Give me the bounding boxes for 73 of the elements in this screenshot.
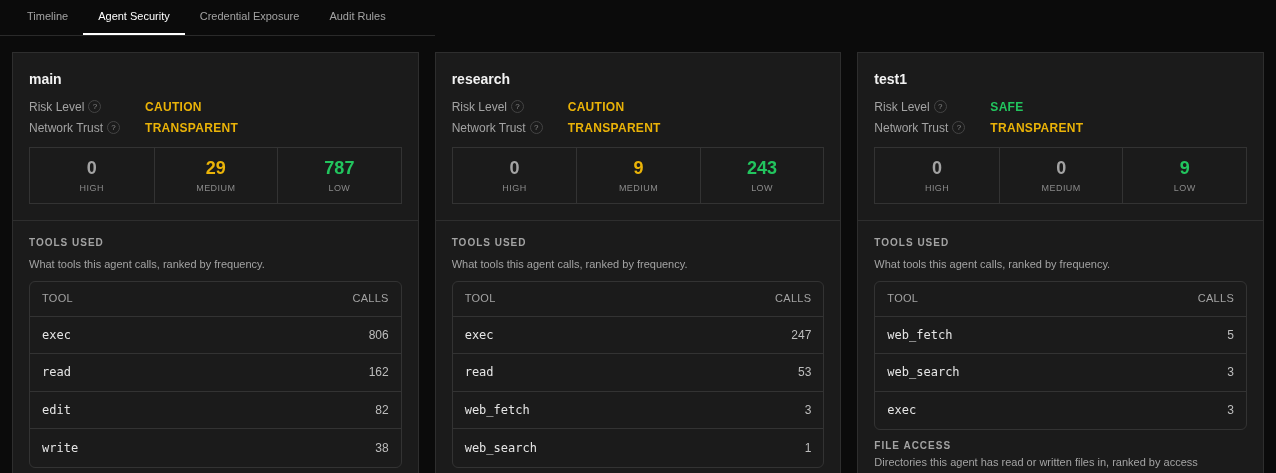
section-description: What tools this agent calls, ranked by frequency.: [451, 257, 689, 272]
column-header: CALLS: [352, 291, 389, 307]
table-cell-text: 3: [1227, 364, 1234, 382]
attribute-label: Risk Level: [451, 98, 508, 116]
section-title: TOOLS USED: [451, 236, 528, 250]
attribute-label: Network Trust: [874, 119, 949, 137]
table-cell-text: exec: [464, 326, 494, 344]
table-cell-text: 162: [368, 364, 389, 382]
severity-count: 0: [1056, 156, 1067, 180]
agent-name: main: [29, 70, 63, 89]
table-cell-text: 3: [1227, 402, 1234, 420]
table-cell-text: write: [42, 439, 79, 457]
severity-label: LOW: [1173, 181, 1196, 195]
section-title: TOOLS USED: [29, 236, 105, 250]
severity-label: LOW: [328, 181, 351, 195]
table-cell-text: edit: [42, 401, 71, 419]
tab[interactable]: Credential Exposure: [184, 0, 315, 35]
table-cell-text: exec: [887, 402, 917, 420]
column-header: TOOL: [42, 291, 73, 307]
section-description: Directories this agent has read or written files in, ranked by access: [874, 456, 1199, 469]
table-cell-text: read: [42, 364, 71, 382]
attribute-label: Risk Level: [874, 98, 930, 116]
severity-count: 243: [747, 156, 778, 180]
severity-count: 9: [633, 156, 644, 180]
attribute-label: Risk Level: [29, 98, 85, 116]
tab[interactable]: Timeline: [12, 0, 84, 35]
severity-count: 9: [1179, 156, 1190, 180]
tab[interactable]: Audit Rules: [314, 0, 401, 35]
severity-label: LOW: [751, 181, 773, 195]
column-header: CALLS: [1197, 291, 1234, 307]
severity-count: 0: [509, 156, 520, 180]
column-header: TOOL: [464, 291, 496, 307]
severity-label: HIGH: [502, 181, 527, 195]
attribute-value: SAFE: [990, 98, 1024, 116]
severity-label: HIGH: [924, 181, 950, 195]
table-cell-text: web_search: [464, 439, 537, 457]
table-cell-text: exec: [42, 326, 71, 344]
attribute-value: CAUTION: [567, 98, 625, 116]
section-description: What tools this agent calls, ranked by frequency.: [29, 257, 266, 272]
attribute-value: TRANSPARENT: [990, 119, 1084, 137]
attribute-value: TRANSPARENT: [145, 119, 239, 137]
table-cell-text: web_search: [887, 364, 960, 382]
table-cell-text: 5: [1227, 326, 1234, 344]
severity-label: MEDIUM: [1041, 181, 1081, 195]
table-cell-text: 3: [804, 401, 812, 419]
severity-label: MEDIUM: [618, 181, 659, 195]
section-title: FILE ACCESS: [874, 439, 953, 453]
severity-count: 787: [324, 156, 355, 180]
column-header: TOOL: [887, 291, 919, 307]
column-header: CALLS: [775, 291, 812, 307]
attribute-value: TRANSPARENT: [567, 119, 661, 137]
table-cell-text: 53: [798, 364, 812, 382]
severity-count: 0: [932, 156, 943, 180]
attribute-label: Network Trust: [451, 119, 526, 137]
table-cell-text: 247: [791, 326, 812, 344]
attribute-value: CAUTION: [145, 98, 202, 116]
table-cell-text: read: [464, 364, 494, 382]
agent-name: test1: [874, 70, 909, 89]
section-description: What tools this agent calls, ranked by frequency.: [874, 257, 1112, 272]
table-cell-text: 38: [375, 439, 389, 457]
table-cell-text: 1: [804, 439, 812, 457]
table-cell-text: web_fetch: [887, 326, 953, 344]
severity-label: HIGH: [79, 181, 104, 195]
agent-name: research: [451, 70, 512, 89]
table-cell-text: 806: [368, 326, 389, 344]
table-cell-text: web_fetch: [464, 401, 530, 419]
table-cell-text: 82: [375, 401, 389, 419]
severity-label: MEDIUM: [196, 181, 236, 195]
tab[interactable]: Agent Security: [83, 0, 185, 35]
severity-count: 29: [205, 156, 226, 180]
section-title: TOOLS USED: [874, 236, 951, 250]
attribute-label: Network Trust: [29, 119, 103, 137]
severity-count: 0: [86, 156, 97, 180]
